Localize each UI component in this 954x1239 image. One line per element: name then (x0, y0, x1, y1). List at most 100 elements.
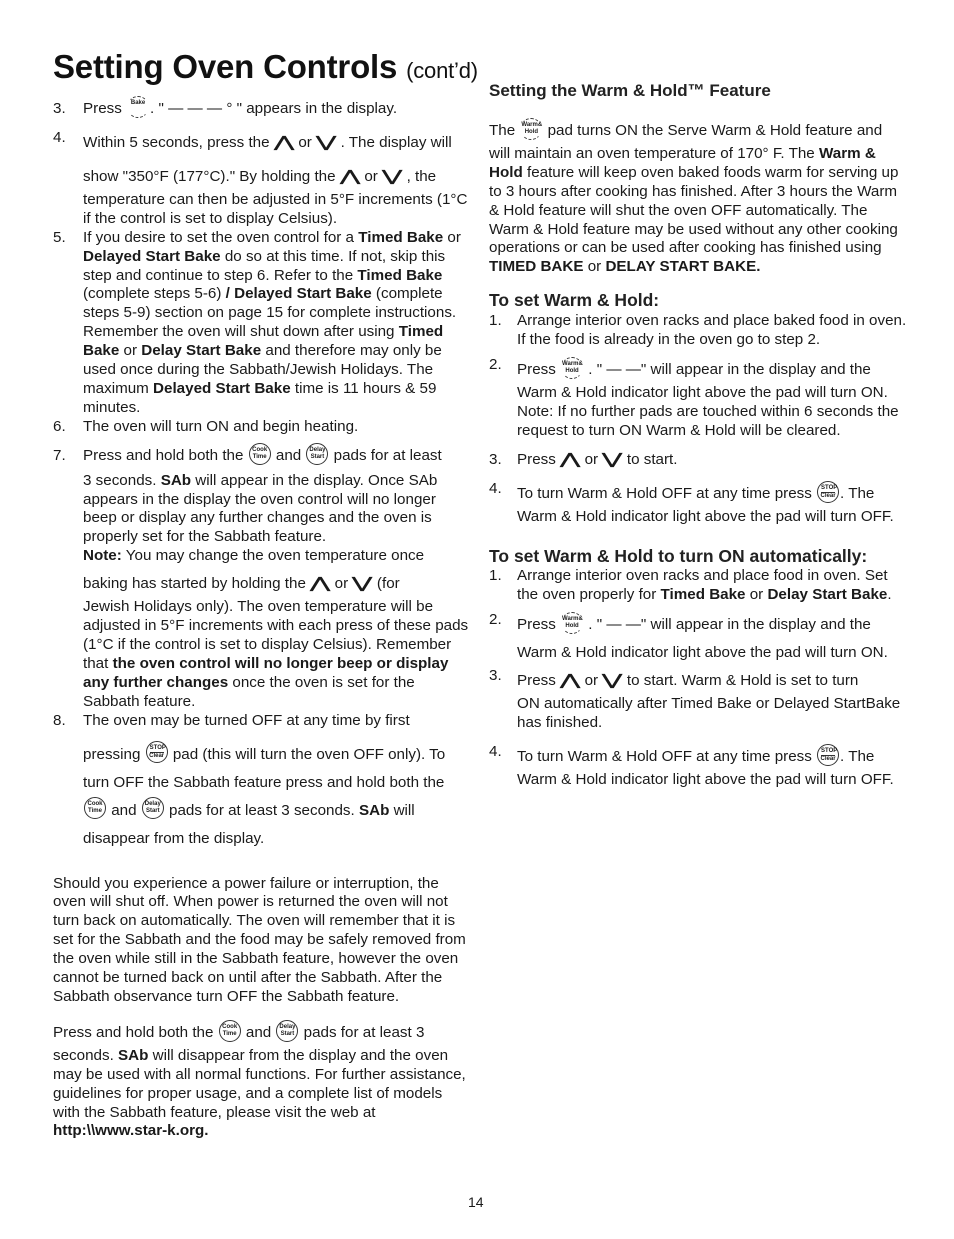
text: Clear (820, 756, 836, 763)
step-text: . " — — — ° " appears in the display. (150, 100, 398, 118)
star-k-link[interactable]: http:\\www.star-k.org. (53, 1122, 209, 1139)
warm-hold-pad-icon: Warm& Hold (561, 612, 584, 635)
text: Delay (309, 446, 326, 453)
text: To turn Warm & Hold OFF at any time pres… (517, 748, 817, 766)
warm-hold-pad-icon: Warm& Hold (561, 356, 584, 379)
bold-text: TIMED BAKE (489, 258, 584, 276)
auto-warm-hold-heading: To set Warm & Hold to turn ON automatica… (489, 545, 868, 566)
text: (for (372, 575, 400, 593)
text: Arrange interior oven racks and place fo… (517, 567, 907, 605)
warm-hold-pad-icon: Warm& Hold (520, 117, 543, 140)
text: Delay (279, 1023, 296, 1030)
up-arrow-icon: ⋀ (560, 450, 581, 468)
text: Warm & Hold indicator light above the pa… (517, 644, 888, 662)
step-text: or (294, 133, 317, 151)
text: pressing (83, 745, 145, 763)
text: to start. (622, 450, 678, 468)
bold-text: Timed Bake (660, 586, 746, 604)
power-failure-paragraph: Should you experience a power failure or… (53, 874, 466, 1005)
step-4: 4. Within 5 seconds, press the ⋀ or ⋁ . … (53, 129, 473, 229)
text: The oven may be turned OFF at any time b… (83, 711, 410, 729)
bold-text: Note: (83, 547, 122, 565)
set-warm-hold-heading: To set Warm & Hold: (489, 290, 660, 311)
text: Cook (252, 446, 268, 453)
step-8: 8. The oven may be turned OFF at any tim… (53, 712, 473, 853)
text: pads for at least 3 seconds. (164, 801, 359, 819)
text: STOP (821, 748, 838, 757)
bold-text: Delayed Start Bake (153, 379, 291, 397)
set-step-4: 4. To turn Warm & Hold OFF at any time p… (489, 480, 907, 527)
text: Clear (149, 753, 165, 760)
text: will (389, 801, 415, 819)
step-text: The oven will turn ON and begin heating. (83, 417, 359, 435)
text: Press and hold both the (83, 446, 248, 464)
left-column: 3. Press Bake . " — — — ° " appears in th… (53, 96, 473, 1141)
down-arrow-icon: ⋁ (602, 450, 623, 468)
step-number: 8. (53, 711, 66, 729)
step-3: 3. Press Bake . " — — — ° " appears in th… (53, 96, 473, 119)
step-number: 4. (53, 128, 66, 146)
text: Arrange interior oven racks and place ba… (517, 312, 907, 349)
step-number: 7. (53, 446, 66, 464)
text: pad (this will turn the oven OFF only). … (168, 745, 446, 763)
step-text: or (360, 167, 383, 185)
text: . The (840, 748, 875, 766)
cook-time-pad-icon: Cook Time (248, 442, 271, 465)
text: . The (840, 484, 875, 502)
auto-step-1: 1. Arrange interior oven racks and place… (489, 567, 907, 605)
bold-text: Delay Start Bake (767, 586, 888, 604)
text: Press and hold both the Cook Time and Del… (83, 442, 473, 466)
text: Press Warm& Hold . " — —" will appear in … (517, 611, 907, 639)
text: 3 seconds. (83, 471, 161, 489)
text: . " — —" will appear in the display and … (584, 616, 871, 634)
cook-time-pad-icon: Cook Time (218, 1019, 241, 1042)
step-number: 6. (53, 417, 66, 435)
step-6: 6. The oven will turn ON and begin heati… (53, 418, 473, 437)
text: 3 seconds. SAb will appear in the displa… (83, 472, 473, 548)
text: Note: You may change the oven temperatur… (83, 547, 473, 566)
cook-time-pad-icon: Cook Time (84, 797, 106, 820)
delay-start-pad-icon: Delay Start (141, 797, 164, 820)
text: Clear (820, 492, 836, 499)
text: pads for at least (329, 446, 442, 464)
text: Within 5 seconds, press the ⋀ or ⋁ . The… (83, 129, 473, 157)
text (489, 470, 907, 480)
text: baking has started by holding the (83, 575, 311, 593)
text (53, 119, 473, 129)
text: Start (145, 808, 160, 815)
text: Delay (144, 801, 161, 808)
text: or (443, 228, 461, 246)
text: seconds. (53, 1046, 119, 1064)
text: http:\\www.star-k.org. (53, 1122, 473, 1141)
text: Press ⋀ or ⋁ to start. (517, 451, 907, 470)
text: or (580, 672, 603, 690)
text: Hold (565, 367, 579, 374)
text: Warm & Hold indicator light above the pa… (517, 507, 894, 525)
step-text: . The display will (336, 133, 452, 151)
set-step-2: 2. Press Warm& Hold . " — —" will appear … (489, 356, 907, 441)
text: Warm & Hold indicator light above the pa… (517, 771, 894, 789)
text: or (330, 575, 353, 593)
text: Start (280, 1030, 295, 1037)
set-step-1: 1. Arrange interior oven racks and place… (489, 312, 907, 350)
warm-hold-heading: Setting the Warm & Hold™ Feature (489, 81, 771, 100)
text: Bake (130, 100, 146, 106)
text: Cook (87, 801, 103, 808)
text: Press (517, 360, 561, 378)
text: . (887, 586, 892, 604)
text: or (580, 450, 603, 468)
text: will maintain an oven temperature of 170… (489, 144, 819, 162)
text (53, 1007, 473, 1017)
auto-step-3: 3. Press ⋀ or ⋁ to start. Warm & Hold is… (489, 667, 907, 733)
text: show "350°F (177°C)." By holding the ⋀ o… (83, 163, 473, 191)
right-column: Setting the Warm & Hold™ Feature The War… (489, 81, 907, 790)
text: 1. (489, 312, 502, 330)
text: Warm& (562, 616, 583, 623)
down-arrow-icon: ⋁ (316, 133, 337, 151)
text: Hold (565, 623, 579, 630)
delay-start-pad-icon: Delay Start (276, 1019, 299, 1042)
text: will maintain an oven temperature of 170… (489, 145, 907, 277)
text: 4. (489, 743, 502, 761)
page-title: Setting Oven Controls (cont’d) (53, 48, 478, 86)
text: or (745, 586, 768, 604)
